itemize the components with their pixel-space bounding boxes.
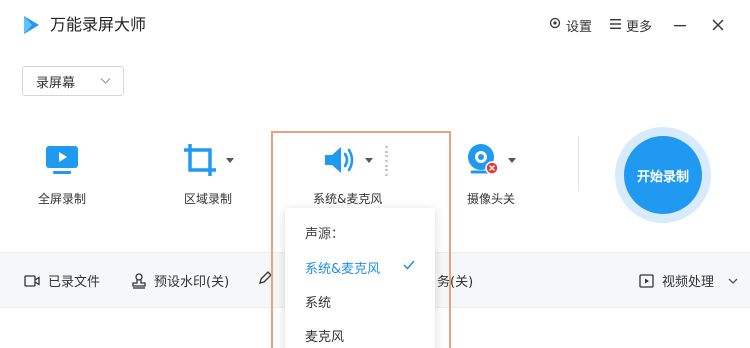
dropdown-heading: 声源： bbox=[305, 227, 345, 242]
minimize-button[interactable] bbox=[670, 15, 690, 35]
fullscreen-record-tool[interactable]: 全屏录制 bbox=[38, 140, 86, 207]
audio-source-dropdown: 声源： 系统&麦克风 系统 麦克风 bbox=[285, 208, 435, 348]
watermark-label: 预设水印(关) bbox=[154, 275, 230, 290]
video-processing-label: 视频处理 bbox=[661, 275, 714, 290]
video-processing-button[interactable]: 视频处理 bbox=[639, 271, 738, 290]
camera-label: 摄像头关 bbox=[466, 192, 515, 206]
pen-icon bbox=[258, 271, 272, 285]
settings-label: 设置 bbox=[565, 19, 592, 35]
camera-caret-icon[interactable] bbox=[508, 157, 516, 163]
mode-select-value: 录屏幕 bbox=[36, 75, 76, 91]
more-label: 更多 bbox=[625, 19, 652, 35]
crop-icon bbox=[184, 144, 216, 176]
app-title: 万能录屏大师 bbox=[50, 15, 147, 34]
play-screen-icon bbox=[46, 146, 78, 174]
recorded-files-button[interactable]: 已录文件 bbox=[24, 271, 100, 290]
close-button[interactable] bbox=[708, 15, 728, 35]
app-logo-icon bbox=[24, 16, 39, 34]
check-icon bbox=[403, 260, 415, 270]
fullscreen-record-label: 全屏录制 bbox=[38, 192, 87, 206]
webcam-icon bbox=[468, 144, 499, 175]
more-button[interactable]: 更多 bbox=[609, 14, 652, 36]
stamp-icon bbox=[132, 272, 146, 289]
watermark-button[interactable]: 预设水印(关) bbox=[132, 271, 229, 290]
video-process-icon bbox=[639, 273, 654, 288]
toolbar-divider bbox=[578, 136, 579, 191]
start-record-ring: 开始录制 bbox=[615, 127, 711, 223]
close-icon bbox=[712, 19, 724, 31]
title-bar: 万能录屏大师 设置 更多 bbox=[0, 0, 750, 50]
start-record-button[interactable]: 开始录制 bbox=[624, 136, 702, 214]
region-record-tool[interactable]: 区域录制 bbox=[182, 140, 234, 207]
dropdown-option-system[interactable]: 系统 bbox=[305, 292, 425, 311]
video-file-icon bbox=[24, 274, 40, 288]
region-caret-icon[interactable] bbox=[226, 157, 234, 163]
gear-icon bbox=[549, 17, 561, 33]
chevron-down-icon bbox=[100, 78, 111, 84]
dropdown-option-system-mic[interactable]: 系统&麦克风 bbox=[305, 258, 425, 277]
menu-icon bbox=[609, 18, 621, 33]
mode-select[interactable]: 录屏幕 bbox=[22, 66, 124, 96]
settings-button[interactable]: 设置 bbox=[549, 14, 592, 36]
minimize-icon bbox=[674, 25, 686, 27]
camera-tool[interactable]: 摄像头关 bbox=[466, 140, 516, 207]
recorded-files-label: 已录文件 bbox=[48, 275, 101, 290]
dropdown-option-mic[interactable]: 麦克风 bbox=[305, 326, 425, 345]
chevron-down-icon bbox=[728, 278, 738, 284]
region-record-label: 区域录制 bbox=[183, 192, 232, 206]
